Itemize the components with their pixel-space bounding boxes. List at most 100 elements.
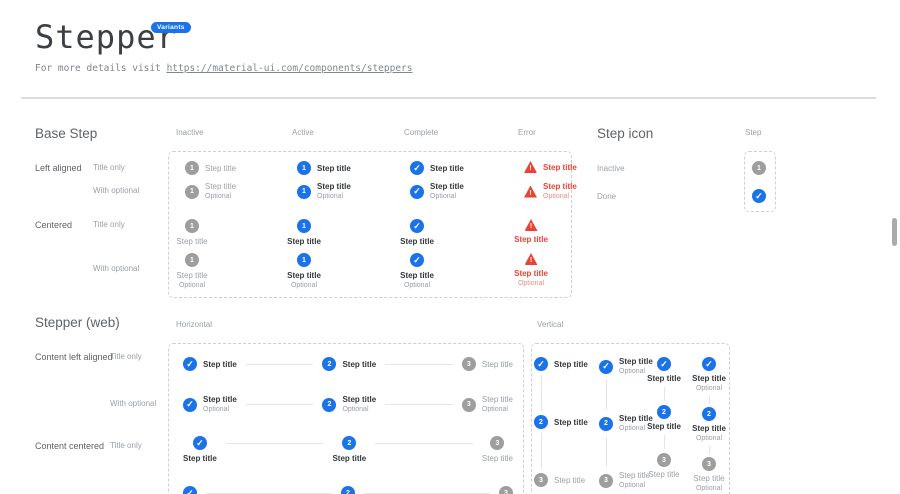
variant-with-optional: With optional (93, 186, 139, 195)
step-cell-complete: ✓ Step titleOptional (410, 182, 464, 201)
check-icon: ✓ (657, 357, 671, 371)
check-icon: ✓ (183, 357, 197, 371)
step-connector (664, 435, 665, 449)
step-connector (246, 404, 314, 405)
step-complete: ✓ (183, 486, 197, 494)
check-icon: ✓ (599, 360, 613, 374)
optional-label: Optional (482, 406, 513, 414)
step-cell-error: ! Step title (501, 219, 561, 244)
step-number-icon: 1 (297, 185, 311, 199)
step-title-label: Step title (692, 424, 726, 433)
variant-with-optional: With optional (110, 399, 156, 408)
step-connector (385, 404, 453, 405)
step-title-label: Step title (647, 374, 681, 383)
step-inactive: 3Step title (534, 473, 588, 487)
stepper-spec-page: Stepper Variants For more details visit … (0, 0, 900, 494)
variant-with-optional: With optional (93, 264, 139, 273)
step-number-icon: 2 (657, 405, 671, 419)
step-complete: ✓Step title (534, 357, 588, 371)
step-number-icon: 3 (462, 398, 476, 412)
step-cell-inactive: 1 Step title (185, 161, 236, 175)
step-number-icon: 3 (657, 453, 671, 467)
optional-label: Optional (342, 406, 376, 414)
horizontal-stepper: ✓ Step title 2 Step title 3Step title (183, 357, 513, 371)
step-active: 2 (341, 486, 355, 494)
optional-label: Optional (696, 385, 722, 393)
step-complete: ✓Step title (183, 436, 217, 463)
optional-label: Optional (287, 282, 321, 290)
step-title-label: Step title (400, 271, 434, 280)
stepper-web-heading: Stepper (web) (35, 315, 120, 330)
subtitle: For more details visit https://material-… (35, 63, 413, 74)
step-inactive: 3 Step title Optional (462, 395, 513, 414)
step-number-icon: 1 (185, 253, 199, 267)
warning-icon: ! (525, 219, 538, 231)
step-title-label: Step title (514, 235, 548, 244)
row-group-content-centered: Content centered (35, 441, 104, 451)
step-number-icon: 2 (599, 417, 613, 431)
step-active: 2Step titleOptional (322, 395, 376, 414)
step-title-label: Step title (342, 360, 376, 369)
step-icon-heading: Step icon (597, 126, 653, 141)
step-title-label: Step title (482, 395, 513, 404)
step-connector (709, 396, 710, 404)
step-title-label: Step title (176, 237, 207, 246)
step-connector (226, 443, 324, 444)
step-active: 2 Step title (322, 357, 376, 371)
step-title-label: Step title (543, 163, 577, 172)
material-ui-link[interactable]: https://material-ui.com/components/stepp… (167, 63, 413, 74)
step-title-label: Step title (647, 422, 681, 431)
horizontal-stepper: ✓Step titleOptional 2Step titleOptional … (183, 395, 513, 414)
step-number-icon: 3 (490, 436, 504, 450)
horizontal-stepper: ✓Step title 2Step title 3Step title (183, 436, 513, 463)
step-active: 2Step title (534, 415, 588, 429)
base-step-heading: Base Step (35, 126, 97, 141)
check-icon: ✓ (410, 161, 424, 175)
check-icon: ✓ (752, 189, 766, 203)
step-title-label: Step title (400, 237, 434, 246)
header-divider (21, 97, 876, 99)
horizontal-stepper: ✓ 2 3 (183, 486, 513, 494)
optional-label: Optional (619, 482, 650, 490)
step-number-icon: 2 (322, 357, 336, 371)
step-cell-inactive: 1 Step titleOptional (162, 253, 222, 290)
optional-label: Optional (176, 282, 207, 290)
step-number-icon: 1 (297, 253, 311, 267)
step-connector (375, 443, 473, 444)
check-icon: ✓ (183, 486, 197, 494)
warning-icon: ! (525, 253, 538, 265)
step-connector (709, 446, 710, 454)
row-label-done: Done (597, 192, 616, 201)
row-group-content-left-aligned: Content left aligned (35, 352, 113, 362)
column-header-complete: Complete (404, 128, 438, 137)
step-number-icon: 2 (702, 407, 716, 421)
step-title-label: Step title (514, 269, 548, 278)
step-number-icon: 3 (702, 457, 716, 471)
variant-title-only: Title only (93, 220, 125, 229)
check-icon: ✓ (534, 357, 548, 371)
step-inactive: 3Step title (462, 357, 513, 371)
step-number-icon: 3 (599, 474, 613, 488)
step-number-icon: 1 (752, 161, 766, 175)
subtitle-text: For more details visit (35, 63, 167, 74)
optional-label: Optional (205, 193, 236, 201)
step-title-label: Step title (317, 182, 351, 191)
step-cell-error: ! Step titleOptional (501, 253, 561, 288)
step-title-label: Step title (332, 454, 366, 463)
step-number-icon: 3 (499, 486, 513, 494)
optional-label: Optional (696, 435, 722, 443)
column-header-horizontal: Horizontal (176, 320, 212, 329)
variant-title-only: Title only (93, 163, 125, 172)
vertical-scrollbar-thumb[interactable] (892, 218, 897, 246)
column-header-vertical: Vertical (537, 320, 563, 329)
warning-icon: ! (524, 161, 537, 173)
variants-badge: Variants (151, 22, 191, 33)
step-number-icon: 1 (297, 161, 311, 175)
row-group-left-aligned: Left aligned (35, 163, 82, 173)
row-label-inactive: Inactive (597, 164, 625, 173)
step-title-label: Step title (203, 360, 237, 369)
step-cell-error: ! Step titleOptional (524, 182, 577, 201)
step-title-label: Step title (554, 418, 588, 427)
step-title-label: Step title (430, 182, 464, 191)
step-cell-active: 1 Step title (274, 219, 334, 246)
